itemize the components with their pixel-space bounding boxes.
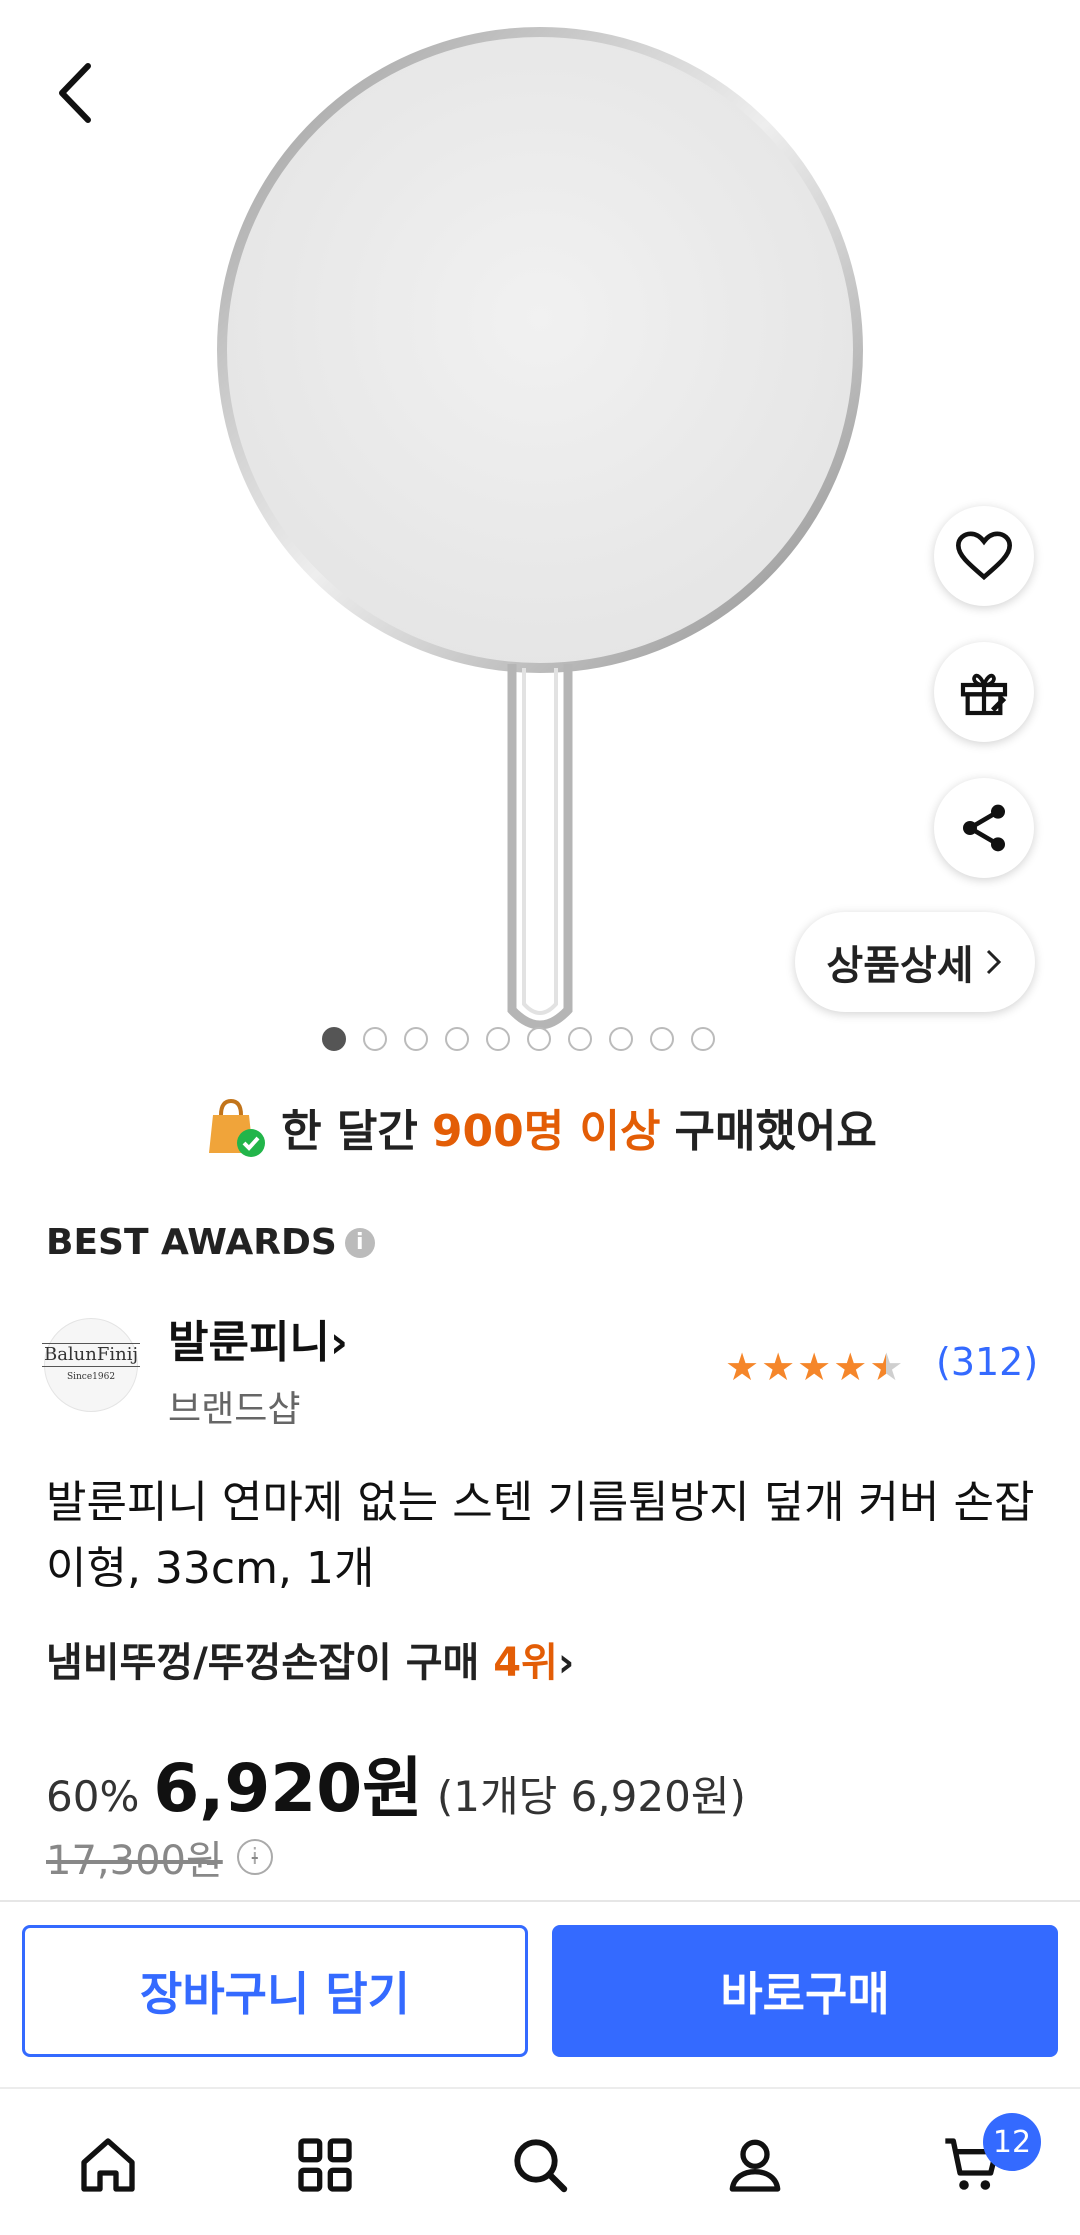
home-icon	[81, 2138, 135, 2192]
brand-name-link[interactable]: 발룬피니›	[168, 1306, 348, 1370]
category-rank-link[interactable]: 냄비뚜껑/뚜껑손잡이 구매 4위›	[46, 1630, 574, 1688]
original-price-row: 17,300원 i	[46, 1828, 273, 1886]
chevron-right-icon: ›	[329, 1317, 349, 1368]
rating-stars[interactable]: ★ ★ ★ ★ ★	[725, 1345, 903, 1389]
back-button[interactable]	[52, 58, 102, 128]
star-half-icon: ★	[869, 1345, 904, 1389]
rank-category: 냄비뚜껑/뚜껑손잡이 구매	[46, 1640, 480, 1686]
cart-count-badge: 12	[983, 2113, 1041, 2171]
nav-search[interactable]	[500, 2125, 580, 2205]
purchase-prefix: 한 달간	[281, 1106, 418, 1157]
pagination-dot[interactable]	[568, 1027, 592, 1051]
brand-shop-label: 브랜드샵	[168, 1389, 301, 1430]
chevron-right-icon: ›	[557, 1640, 575, 1686]
star-icon: ★	[725, 1345, 760, 1389]
pagination-dot[interactable]	[527, 1027, 551, 1051]
gift-button[interactable]	[934, 642, 1034, 742]
rank-position: 4위	[493, 1640, 558, 1686]
nav-home[interactable]	[68, 2125, 148, 2205]
purchase-notice: 한 달간 900명 이상 구매했어요	[0, 1092, 1080, 1162]
search-icon	[514, 2139, 568, 2193]
discount-rate: 60%	[46, 1772, 140, 1821]
star-icon: ★	[761, 1345, 796, 1389]
add-to-cart-button[interactable]: 장바구니 담기	[22, 1925, 528, 2057]
shopping-bag-check-icon	[209, 1098, 266, 1157]
nav-mypage[interactable]	[715, 2125, 795, 2205]
buy-now-button[interactable]: 바로구매	[552, 1925, 1058, 2057]
pagination-dot[interactable]	[486, 1027, 510, 1051]
info-icon[interactable]: i	[344, 1227, 375, 1258]
chevron-left-icon	[59, 63, 91, 123]
best-awards: BEST AWARDS i	[46, 1222, 375, 1263]
best-awards-label: BEST AWARDS	[46, 1222, 337, 1263]
product-detail-button[interactable]: 상품상세	[795, 912, 1035, 1012]
purchase-suffix: 구매했어요	[674, 1106, 877, 1157]
brand-name: 발룬피니	[168, 1317, 330, 1368]
price-row: 60% 6,920원 (1개당 6,920원)	[46, 1735, 746, 1831]
gift-icon	[960, 673, 1008, 716]
image-pagination	[322, 1027, 715, 1051]
divider	[0, 1900, 1080, 1902]
user-icon	[729, 2139, 781, 2192]
brand-logo-text: BalunFinij	[41, 1343, 141, 1367]
nav-category[interactable]	[285, 2125, 365, 2205]
original-price: 17,300원	[46, 1838, 223, 1884]
pagination-dot[interactable]	[363, 1027, 387, 1051]
product-title: 발룬피니 연마제 없는 스텐 기름튐방지 덮개 커버 손잡이형, 33cm, 1…	[46, 1477, 1035, 1594]
info-icon[interactable]: i	[236, 1839, 273, 1875]
pagination-dot[interactable]	[609, 1027, 633, 1051]
sale-price: 6,920원	[153, 1750, 423, 1827]
share-icon	[963, 804, 1005, 852]
pagination-dot[interactable]	[404, 1027, 428, 1051]
pagination-dot[interactable]	[650, 1027, 674, 1051]
pagination-dot[interactable]	[691, 1027, 715, 1051]
pagination-dot[interactable]	[445, 1027, 469, 1051]
category-icon	[298, 2138, 352, 2192]
chevron-right-icon	[986, 949, 1001, 975]
product-image	[217, 27, 863, 1030]
star-icon: ★	[797, 1345, 832, 1389]
unit-price: (1개당 6,920원)	[436, 1772, 746, 1821]
pagination-dot[interactable]	[322, 1027, 346, 1051]
star-icon: ★	[833, 1345, 868, 1389]
brand-logo[interactable]: BalunFinij Since1962	[41, 1318, 141, 1412]
brand-logo-since: Since1962	[66, 1372, 116, 1382]
purchase-count: 900명 이상	[431, 1106, 661, 1157]
review-count[interactable]: (312)	[936, 1340, 1038, 1384]
share-button[interactable]	[934, 778, 1034, 878]
heart-icon	[956, 531, 1012, 581]
product-image-area[interactable]: 상품상세	[0, 0, 1080, 1060]
product-detail-label: 상품상세	[826, 943, 974, 989]
wishlist-button[interactable]	[934, 506, 1034, 606]
divider	[0, 2087, 1080, 2089]
bottom-nav	[0, 2090, 1080, 2235]
